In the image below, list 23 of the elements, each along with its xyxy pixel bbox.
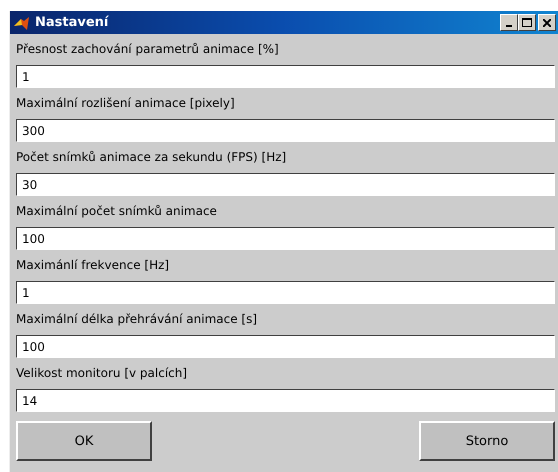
maximize-button[interactable] bbox=[518, 14, 536, 31]
minimize-button[interactable] bbox=[500, 14, 518, 31]
input-field[interactable]: 1 bbox=[16, 65, 555, 88]
input-field[interactable]: 300 bbox=[16, 119, 555, 142]
maximize-icon bbox=[522, 18, 532, 27]
field-label: Maximánlí frekvence [Hz] bbox=[16, 257, 170, 274]
window-title: Nastavení bbox=[35, 15, 110, 30]
field-label: Počet snímků animace za sekundu (FPS) [Hz] bbox=[16, 149, 288, 166]
close-button[interactable] bbox=[538, 14, 556, 31]
input-field[interactable]: 100 bbox=[16, 227, 555, 250]
cancel-button[interactable]: Storno bbox=[419, 421, 555, 461]
field-label: Přesnost zachování parametrů animace [%] bbox=[16, 41, 280, 58]
field-label: Maximální délka přehrávání animace [s] bbox=[16, 311, 258, 328]
field-label: Maximální rozlišení animace [pixely] bbox=[16, 95, 236, 112]
ok-button[interactable]: OK bbox=[16, 421, 152, 461]
input-field[interactable]: 14 bbox=[16, 389, 555, 412]
field-label: Maximální počet snímků animace bbox=[16, 203, 218, 220]
field-label: Velikost monitoru [v palcích] bbox=[16, 365, 188, 382]
input-field[interactable]: 30 bbox=[16, 173, 555, 196]
close-icon bbox=[543, 18, 551, 26]
input-field[interactable]: 100 bbox=[16, 335, 555, 358]
input-field[interactable]: 1 bbox=[16, 281, 555, 304]
minimize-icon bbox=[506, 25, 512, 27]
